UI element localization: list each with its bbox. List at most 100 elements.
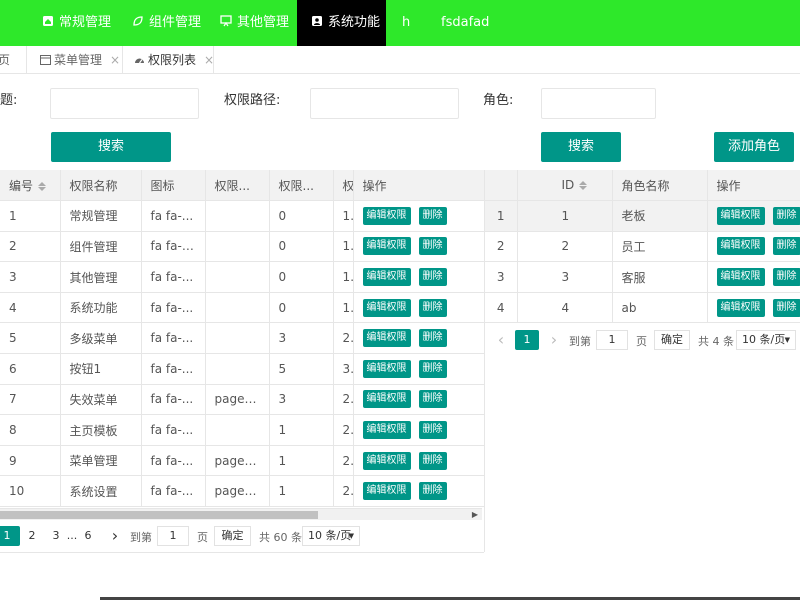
column-header [485,170,518,202]
next-page-button[interactable]: › [547,330,561,350]
table-row[interactable]: 1 1 老板 编辑权限 删除 [485,200,800,232]
delete-button[interactable]: 删除 [772,237,800,256]
delete-button[interactable]: 删除 [772,298,800,317]
edit-permission-button[interactable]: 编辑权限 [362,298,411,317]
table-row[interactable]: 1 常规管理 fa fa-... 0 1 编辑权限 删除 [0,200,485,232]
confirm-button[interactable]: 确定 [214,526,251,546]
delete-button[interactable]: 删除 [772,268,800,287]
tab-permission-list[interactable]: 权限列表 × [134,46,214,74]
tab-divider [26,46,27,74]
cell-parent: 0 [269,292,334,324]
nav-label: h [402,15,411,30]
row-actions: 编辑权限 删除 [353,384,485,416]
edit-permission-button[interactable]: 编辑权限 [362,268,411,287]
role-search-button[interactable]: 搜索 [541,132,621,162]
tab-home[interactable]: 页 [0,46,10,74]
add-role-button[interactable]: 添加角色 [714,132,794,162]
cell-type: 2 [333,322,354,355]
cell-name: 常规管理 [60,200,142,232]
table-row[interactable]: 2 组件管理 fa fa-l... 0 1 编辑权限 删除 [0,231,485,263]
delete-button[interactable]: 删除 [418,329,447,348]
nav-item-h[interactable]: h [402,0,410,46]
column-header: 编号 [0,170,61,202]
role-input[interactable] [541,88,656,119]
table-row[interactable]: 5 多级菜单 fa fa-... 3 2 编辑权限 删除 [0,322,485,355]
table-row[interactable]: 2 2 员工 编辑权限 删除 [485,231,800,263]
cell-parent: 3 [269,384,334,416]
delete-button[interactable]: 删除 [418,268,447,287]
goto-page-input[interactable]: 1 [596,330,628,350]
column-header-label: ID [561,178,575,193]
goto-page-input[interactable]: 1 [157,526,189,546]
tab-divider [122,46,123,74]
table-bottom-border [0,552,484,553]
permission-path-input[interactable] [310,88,459,119]
edit-permission-button[interactable]: 编辑权限 [716,237,765,256]
page-1[interactable]: 1 [0,526,20,546]
cell-id: 4 [0,292,61,324]
edit-permission-button[interactable]: 编辑权限 [362,390,411,409]
nav-item-components[interactable]: 组件管理 [132,0,201,46]
search-button[interactable]: 搜索 [51,132,171,162]
table-row[interactable]: 4 系统功能 fa fa-... 0 1 编辑权限 删除 [0,292,485,324]
edit-permission-button[interactable]: 编辑权限 [362,482,411,501]
delete-button[interactable]: 删除 [418,237,447,256]
leaf-icon [133,16,143,26]
next-page-button[interactable]: › [108,526,122,546]
cell-id: 10 [0,475,61,508]
nav-item-other[interactable]: 其他管理 [220,0,289,46]
delete-button[interactable]: 删除 [772,206,800,225]
delete-button[interactable]: 删除 [418,298,447,317]
column-header: 操作 [353,170,485,202]
edit-permission-button[interactable]: 编辑权限 [362,206,411,225]
table-row[interactable]: 6 按钮1 fa fa-... 5 3 编辑权限 删除 [0,353,485,385]
row-actions: 编辑权限 删除 [353,261,485,293]
title-input[interactable] [50,88,199,119]
sort-icon[interactable] [38,181,47,191]
horizontal-scrollbar[interactable]: ▶ [0,508,482,520]
cell-icon: fa fa-... [141,475,206,508]
cell-parent: 1 [269,445,334,477]
edit-permission-button[interactable]: 编辑权限 [716,298,765,317]
page-5[interactable]: 6 [80,526,96,546]
page-3[interactable]: 3 [48,526,64,546]
edit-permission-button[interactable]: 编辑权限 [362,237,411,256]
delete-button[interactable]: 删除 [418,359,447,378]
table-row[interactable]: 3 其他管理 fa fa-... 0 1 编辑权限 删除 [0,261,485,293]
close-icon[interactable]: × [110,53,120,67]
table-row[interactable]: 3 3 客服 编辑权限 删除 [485,261,800,293]
table-row[interactable]: 10 系统设置 fa fa-... page/... 1 2 编辑权限 删除 [0,475,485,508]
edit-permission-button[interactable]: 编辑权限 [716,268,765,287]
confirm-button[interactable]: 确定 [654,330,690,350]
scroll-right-arrow[interactable]: ▶ [472,510,478,519]
cell-name: 系统设置 [60,475,142,508]
page-2[interactable]: 2 [24,526,40,546]
page-unit: 页 [197,531,208,544]
page-1[interactable]: 1 [515,330,539,350]
page-4[interactable]: ... [64,526,80,546]
delete-button[interactable]: 删除 [418,482,447,501]
table-row[interactable]: 7 失效菜单 fa fa-... page/... 3 2 编辑权限 删除 [0,384,485,416]
delete-button[interactable]: 删除 [418,206,447,225]
edit-permission-button[interactable]: 编辑权限 [716,206,765,225]
nav-item-fsdafad[interactable]: fsdafad [441,0,489,46]
tab-menu-management[interactable]: 菜单管理 × [40,46,120,74]
sort-icon[interactable] [579,181,588,191]
table-row[interactable]: 8 主页模板 fa fa-... 1 2 编辑权限 删除 [0,414,485,446]
nav-item-general[interactable]: 常规管理 [42,0,111,46]
nav-item-system[interactable]: 系统功能 [297,0,386,46]
page-size-select[interactable]: 10 条/页 ▼ [302,526,360,546]
delete-button[interactable]: 删除 [418,421,447,440]
table-row[interactable]: 9 菜单管理 fa fa-... page/... 1 2 编辑权限 删除 [0,445,485,477]
edit-permission-button[interactable]: 编辑权限 [362,421,411,440]
prev-page-button[interactable]: ‹ [494,330,508,350]
delete-button[interactable]: 删除 [418,390,447,409]
row-actions: 编辑权限 删除 [353,200,485,232]
edit-permission-button[interactable]: 编辑权限 [362,359,411,378]
edit-permission-button[interactable]: 编辑权限 [362,329,411,348]
edit-permission-button[interactable]: 编辑权限 [362,451,411,470]
table-row[interactable]: 4 4 ab 编辑权限 删除 [485,292,800,324]
delete-button[interactable]: 删除 [418,451,447,470]
scrollbar-thumb[interactable] [0,511,318,519]
page-size-select[interactable]: 10 条/页 ▼ [736,330,796,350]
